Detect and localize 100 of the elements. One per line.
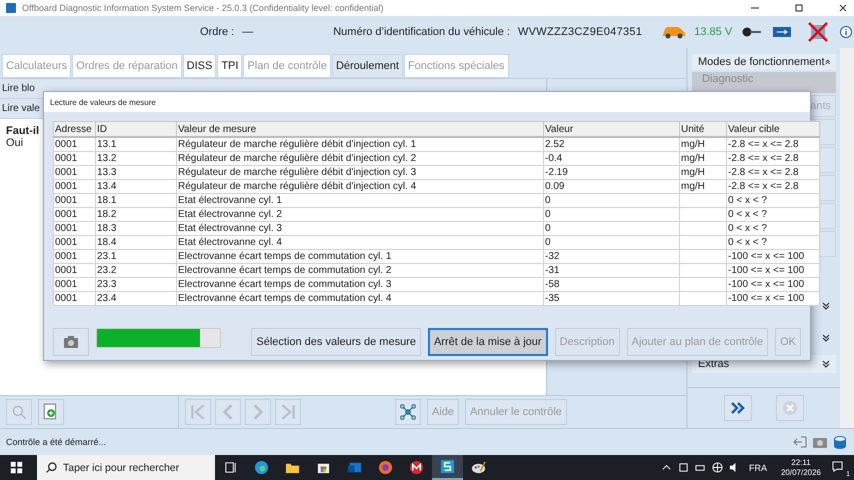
- battery-voltage: 13.85 V: [694, 26, 732, 38]
- vin-value: WVWZZZ3CZ9E047351: [518, 26, 642, 38]
- table-cell: 0.09: [544, 180, 680, 194]
- table-cell: 23.2: [96, 264, 176, 278]
- notification-icon[interactable]: [832, 460, 843, 472]
- last-icon: [279, 403, 297, 421]
- table-cell: 18.3: [96, 222, 176, 236]
- table-cell: Electrovanne écart temps de commutation cyl. 1: [176, 250, 544, 264]
- table-cell: 0001: [54, 222, 96, 236]
- first-icon: [189, 403, 207, 421]
- magnifier-icon: [10, 403, 28, 421]
- table-cell: 0: [544, 236, 680, 250]
- table-cell: 13.4: [96, 180, 176, 194]
- table-cell: mg/H: [680, 166, 726, 180]
- table-cell: 18.2: [96, 208, 176, 222]
- forward-button[interactable]: [724, 395, 752, 421]
- globe-icon[interactable]: [712, 462, 723, 473]
- table-cell: -0.4: [544, 152, 680, 166]
- table-cell: 0001: [54, 194, 96, 208]
- maximize-icon[interactable]: [794, 3, 804, 13]
- table-cell: 0001: [54, 292, 96, 306]
- table-cell: mg/H: [680, 137, 726, 152]
- language-indicator[interactable]: FRA: [748, 462, 767, 472]
- table-cell: Régulateur de marche régulière débit d'injection cyl. 2: [176, 152, 544, 166]
- answer-text: Oui: [6, 137, 24, 149]
- table-cell: 23.1: [96, 250, 176, 264]
- table-cell: mg/H: [680, 152, 726, 166]
- order-value: —: [242, 26, 254, 38]
- column-header[interactable]: Adresse: [54, 122, 96, 137]
- table-cell: Etat électrovanne cyl. 2: [176, 208, 544, 222]
- modes-header[interactable]: Modes de fonctionnement: [692, 54, 836, 70]
- expand-icon[interactable]: [822, 334, 830, 342]
- network-button[interactable]: [395, 399, 421, 425]
- tab[interactable]: DISS: [182, 54, 216, 78]
- table-cell: 0001: [54, 236, 96, 250]
- column-header[interactable]: Valeur cible: [726, 122, 820, 137]
- mail-icon[interactable]: [347, 460, 362, 475]
- double-chevron-icon: [729, 400, 747, 416]
- table-cell: 0001: [54, 152, 96, 166]
- table-cell: 0001: [54, 208, 96, 222]
- cancel-icon: [781, 400, 799, 416]
- table-cell: 0001: [54, 166, 96, 180]
- paint-icon[interactable]: [471, 460, 486, 475]
- table-cell: 0001: [54, 180, 96, 194]
- table-cell: 0 < x < ?: [726, 222, 820, 236]
- table-cell: -100 <= x <= 100: [726, 278, 820, 292]
- tab[interactable]: TPI: [217, 54, 242, 78]
- table-cell: -100 <= x <= 100: [726, 292, 820, 306]
- scrollbar[interactable]: [840, 48, 854, 428]
- table-cell: 0: [544, 222, 680, 236]
- info-icon[interactable]: [840, 26, 852, 38]
- disconnected-icon: [808, 22, 828, 42]
- table-cell: Régulateur de marche régulière débit d'injection cyl. 1: [176, 137, 544, 152]
- start-icon[interactable]: [10, 461, 23, 474]
- vin-label: Numéro d’identification du véhicule :: [333, 26, 510, 38]
- table-cell: 13.2: [96, 152, 176, 166]
- table-cell: Etat électrovanne cyl. 1: [176, 194, 544, 208]
- table-cell: 0001: [54, 250, 96, 264]
- table-cell: 0 < x < ?: [726, 236, 820, 250]
- dialog-button[interactable]: Sélection des valeurs de mesure: [251, 328, 421, 356]
- collapse-icon: [824, 58, 830, 66]
- table-cell: -2.8 <= x <= 2.8: [726, 180, 820, 194]
- column-header[interactable]: ID: [96, 122, 176, 137]
- dialog-button[interactable]: Arrêt de la mise à jour: [428, 328, 548, 356]
- window-title: Offboard Diagnostic Information System Service - 25.0.3 (Confidentiality level: confidential): [22, 3, 384, 13]
- table-cell: -2.19: [544, 166, 680, 180]
- table-cell: -100 <= x <= 100: [726, 264, 820, 278]
- table-cell: -100 <= x <= 100: [726, 250, 820, 264]
- zoom-in-button[interactable]: [38, 399, 64, 425]
- column-header[interactable]: Valeur: [544, 122, 680, 137]
- table-cell: mg/H: [680, 180, 726, 194]
- browser-icon[interactable]: [254, 460, 269, 475]
- expand-icon[interactable]: [822, 302, 830, 310]
- camera-button[interactable]: [53, 328, 89, 356]
- table-cell: 0001: [54, 264, 96, 278]
- search-field[interactable]: Taper ici pour rechercher: [37, 455, 215, 480]
- dialog-title: Lecture de valeurs de mesure: [44, 92, 810, 112]
- clock[interactable]: 22:11 20/07/2026: [780, 458, 821, 478]
- battery-icon[interactable]: [694, 462, 706, 473]
- table-cell: 18.4: [96, 236, 176, 250]
- table-cell: 0: [544, 194, 680, 208]
- order-label: Ordre :: [200, 26, 234, 38]
- table-cell: 0 < x < ?: [726, 194, 820, 208]
- task-view-icon[interactable]: [223, 460, 238, 475]
- close-icon[interactable]: [838, 3, 848, 13]
- tab[interactable]: Déroulement: [332, 54, 403, 78]
- table-cell: -32: [544, 250, 680, 264]
- table-cell: -35: [544, 292, 680, 306]
- column-header[interactable]: Unité: [680, 122, 726, 137]
- exit-icon[interactable]: [792, 434, 808, 450]
- database-icon[interactable]: [832, 434, 848, 450]
- camera-icon: [63, 334, 79, 350]
- table-cell: Electrovanne écart temps de commutation cyl. 4: [176, 292, 544, 306]
- column-header[interactable]: Valeur de mesure: [176, 122, 544, 137]
- table-cell: -2.8 <= x <= 2.8: [726, 152, 820, 166]
- table-cell: Electrovanne écart temps de commutation cyl. 3: [176, 278, 544, 292]
- table-cell: 0001: [54, 137, 96, 152]
- table-cell: -58: [544, 278, 680, 292]
- key-icon: [742, 26, 762, 38]
- table-cell: 18.1: [96, 194, 176, 208]
